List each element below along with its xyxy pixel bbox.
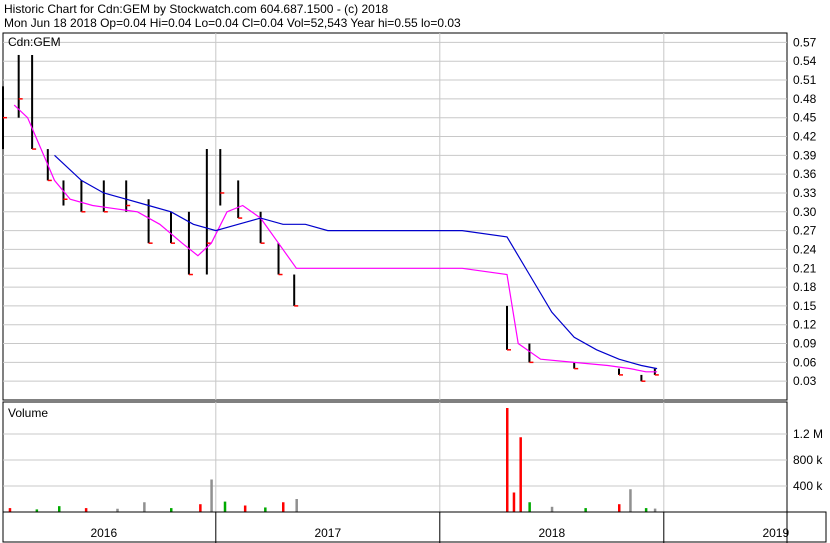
volume-bar	[210, 479, 213, 512]
volume-bar	[644, 508, 648, 512]
price-tick-label: 0.57	[793, 35, 817, 49]
price-tick-label: 0.30	[793, 205, 817, 219]
volume-bar	[528, 502, 531, 512]
volume-bar	[506, 408, 509, 512]
price-tick-label: 0.24	[793, 242, 817, 256]
volume-bar	[170, 508, 173, 512]
volume-bar	[84, 508, 88, 512]
price-tick-label: 0.09	[793, 337, 817, 351]
volume-bar	[199, 504, 202, 512]
price-tick-label: 0.39	[793, 148, 817, 162]
x-axis-frame	[2, 511, 827, 543]
price-tick-label: 0.54	[793, 54, 817, 68]
volume-panel: 1.2 M 800 k 400 k Volume	[2, 401, 823, 513]
price-tick-label: 0.03	[793, 374, 817, 388]
volume-bar	[264, 507, 267, 512]
volume-tick-label: 400 k	[793, 479, 823, 493]
volume-bar	[550, 506, 554, 512]
volume-bar	[243, 505, 247, 512]
volume-bar	[512, 492, 516, 512]
volume-panel-label: Volume	[8, 406, 48, 420]
volume-bar	[629, 489, 632, 512]
x-axis-year-label: 2017	[314, 526, 341, 540]
price-tick-label: 0.48	[793, 92, 817, 106]
price-panel-label: Cdn:GEM	[8, 35, 61, 49]
price-tick-label: 0.36	[793, 167, 817, 181]
volume-bar	[584, 508, 587, 512]
price-tick-label: 0.42	[793, 130, 817, 144]
price-tick-label: 0.45	[793, 111, 817, 125]
volume-bar	[519, 437, 522, 512]
price-tick-label: 0.15	[793, 299, 817, 313]
chart-canvas: 0.57 0.54 0.51 0.48 0.45 0.42 0.39 0.36 0.33 0.30…	[2, 32, 827, 543]
volume-tick-label: 800 k	[793, 453, 823, 467]
x-axis-year-label: 2016	[90, 526, 117, 540]
x-axis: 2016 2017 2018 2019	[2, 511, 827, 543]
price-tick-label: 0.27	[793, 224, 817, 238]
volume-plot-frame	[2, 401, 788, 513]
price-tick-label: 0.12	[793, 318, 817, 332]
volume-bar	[223, 501, 227, 512]
volume-bar	[653, 508, 657, 512]
volume-bar	[8, 508, 12, 512]
volume-bar	[618, 504, 621, 512]
volume-tick-label: 1.2 M	[793, 427, 823, 441]
stock-chart: Historic Chart for Cdn:GEM by Stockwatch…	[0, 0, 830, 543]
volume-bar	[282, 502, 285, 512]
price-plot-frame	[2, 32, 788, 401]
price-tick-label: 0.33	[793, 186, 817, 200]
volume-bar	[143, 502, 146, 512]
x-axis-year-label: 2018	[538, 526, 565, 540]
price-tick-label: 0.21	[793, 261, 817, 275]
price-tick-label: 0.06	[793, 355, 817, 369]
volume-bar	[295, 499, 298, 512]
volume-bar	[58, 506, 61, 512]
price-tick-label: 0.18	[793, 280, 817, 294]
price-tick-label: 0.51	[793, 73, 817, 87]
price-panel: 0.57 0.54 0.51 0.48 0.45 0.42 0.39 0.36 0.33 0.30…	[2, 32, 817, 401]
x-axis-year-label: 2019	[762, 526, 789, 540]
